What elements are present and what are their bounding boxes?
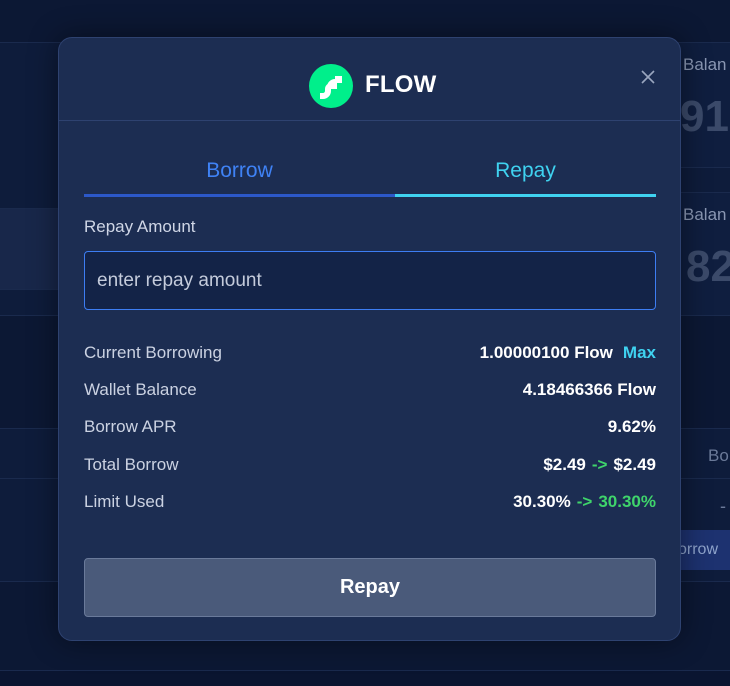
flow-logo-icon (309, 64, 353, 108)
stat-wallet-balance: Wallet Balance 4.18466366 Flow (84, 380, 656, 404)
background-table-header: Bo (708, 446, 729, 465)
current-borrowing-label: Current Borrowing (84, 343, 222, 362)
borrow-apr-label: Borrow APR (84, 417, 177, 436)
wallet-balance-value: 4.18466366 Flow (522, 380, 656, 399)
repay-amount-input[interactable] (84, 251, 656, 310)
total-borrow-arrow: -> (591, 455, 608, 474)
max-button[interactable]: Max (623, 343, 656, 362)
token-name: FLOW (365, 71, 437, 98)
total-borrow-label: Total Borrow (84, 455, 179, 474)
repay-modal: FLOW Borrow Repay Repay Amount Current B… (58, 37, 681, 641)
close-icon[interactable] (639, 68, 657, 86)
repay-amount-label: Repay Amount (84, 217, 196, 236)
stat-borrow-apr: Borrow APR 9.62% (84, 417, 656, 441)
stat-current-borrowing: Current Borrowing 1.00000100 Flow Max (84, 343, 656, 367)
borrow-apr-value: 9.62% (607, 417, 656, 436)
limit-used-from: 30.30% (513, 492, 571, 511)
total-borrow-from: $2.49 (543, 455, 586, 474)
limit-used-arrow: -> (576, 492, 593, 511)
background-borrow-button-label: orrow (678, 541, 719, 558)
tab-borrow[interactable]: Borrow (84, 156, 395, 197)
background-balance-value-2: 82 (686, 242, 730, 291)
limit-used-to: 30.30% (598, 492, 656, 511)
current-borrowing-value: 1.00000100 Flow (479, 343, 613, 362)
modal-header: FLOW (59, 38, 680, 121)
background-left-band (0, 208, 60, 290)
background-bottom-bar (0, 670, 730, 686)
limit-used-value-group: 30.30% -> 30.30% (513, 492, 656, 512)
background-balance-value-1: 912 (680, 92, 730, 141)
wallet-balance-label: Wallet Balance (84, 380, 197, 399)
tab-bar: Borrow Repay (84, 156, 656, 197)
stat-limit-used: Limit Used 30.30% -> 30.30% (84, 492, 656, 516)
tab-repay[interactable]: Repay (395, 156, 656, 197)
background-balance-label-1: Balan (683, 55, 727, 74)
total-borrow-to: $2.49 (613, 455, 656, 474)
current-borrowing-value-group: 1.00000100 Flow Max (480, 343, 656, 363)
stat-total-borrow: Total Borrow $2.49 -> $2.49 (84, 455, 656, 479)
total-borrow-value-group: $2.49 -> $2.49 (543, 455, 656, 475)
limit-used-label: Limit Used (84, 492, 165, 511)
repay-submit-button[interactable]: Repay (84, 558, 656, 617)
background-balance-label-2: Balan (683, 205, 727, 224)
background-table-dash: - (720, 496, 726, 516)
